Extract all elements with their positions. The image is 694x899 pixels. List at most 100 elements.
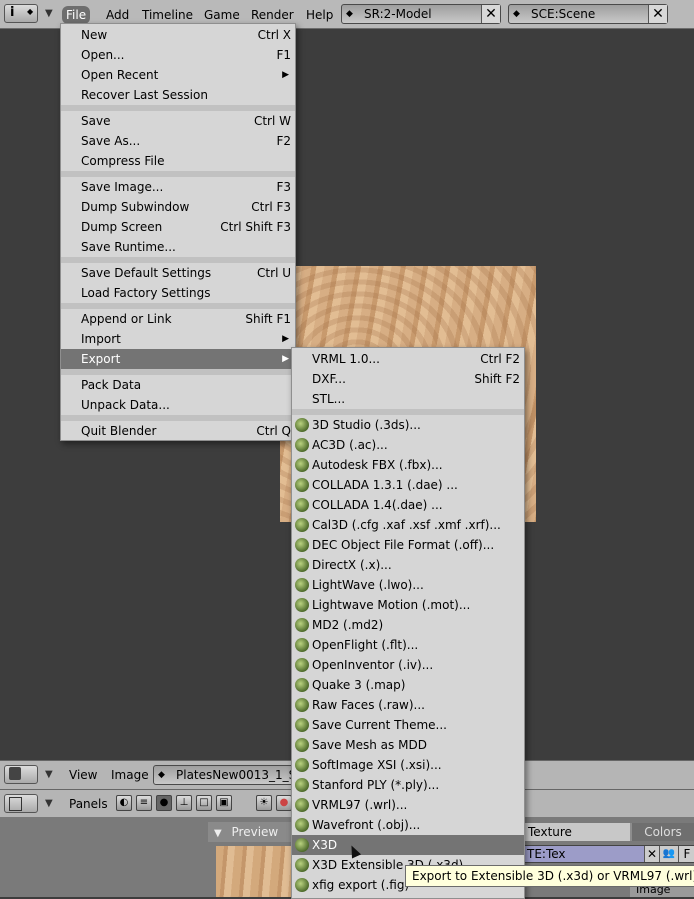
menu-help[interactable]: Help: [302, 6, 337, 24]
menu-item-import[interactable]: Import ▶: [61, 329, 295, 349]
menu-item-save[interactable]: Save Ctrl W: [61, 111, 295, 131]
delete-texture-icon[interactable]: ✕: [644, 846, 659, 862]
python-script-icon: [295, 558, 309, 572]
menu-item-raw-faces-raw[interactable]: Raw Faces (.raw)...: [292, 695, 524, 715]
menu-item-open-recent[interactable]: Open Recent ▶: [61, 65, 295, 85]
menu-item-save-current-theme[interactable]: Save Current Theme...: [292, 715, 524, 735]
menu-item-load-factory-settings[interactable]: Load Factory Settings: [61, 283, 295, 303]
texture-name[interactable]: TE:Tex: [527, 847, 566, 861]
collapse-triangle-icon[interactable]: ▼: [45, 769, 53, 780]
menu-item-3d-studio-3ds[interactable]: 3D Studio (.3ds)...: [292, 415, 524, 435]
menu-item-label: Export: [81, 352, 121, 366]
material-icon[interactable]: ●: [276, 795, 292, 811]
menu-item-pack-data[interactable]: Pack Data: [61, 375, 295, 395]
menu-file[interactable]: File: [62, 6, 91, 24]
image-selector[interactable]: ◆ PlatesNew0013_1_S: [153, 765, 313, 785]
menu-item-dump-subwindow[interactable]: Dump Subwindow Ctrl F3: [61, 197, 295, 217]
preview-panel-header[interactable]: ▼ Preview: [208, 822, 300, 842]
menu-item-vrml97-wrl[interactable]: VRML97 (.wrl)...: [292, 795, 524, 815]
menu-item-collada-1-3-1-dae[interactable]: COLLADA 1.3.1 (.dae) ...: [292, 475, 524, 495]
menu-item-lightwave-motion-mot[interactable]: Lightwave Motion (.mot)...: [292, 595, 524, 615]
window-type-button[interactable]: [4, 765, 38, 784]
window-type-button[interactable]: i ◆: [4, 4, 38, 23]
collapse-triangle-icon[interactable]: ▼: [45, 8, 53, 19]
menu-item-stanford-ply-ply[interactable]: Stanford PLY (*.ply)...: [292, 775, 524, 795]
menu-item-openflight-flt[interactable]: OpenFlight (.flt)...: [292, 635, 524, 655]
menu-item-open[interactable]: Open... F1: [61, 45, 295, 65]
menu-item-label: DEC Object File Format (.off)...: [312, 538, 495, 552]
menu-item-wavefront-obj[interactable]: Wavefront (.obj)...: [292, 815, 524, 835]
object-icon[interactable]: ⊥: [176, 795, 192, 811]
menu-item-new[interactable]: New Ctrl X: [61, 25, 295, 45]
menu-view[interactable]: View: [69, 768, 97, 782]
menu-item-label: Pack Data: [81, 378, 142, 392]
menu-item-label: Dump Screen: [81, 220, 163, 234]
menu-item-shortcut: Ctrl F3: [251, 200, 291, 214]
logic-icon[interactable]: ◐: [116, 795, 132, 811]
editing-icon[interactable]: □: [196, 795, 212, 811]
submenu-arrow-icon: ▶: [282, 334, 289, 344]
menu-item-recover-last-session[interactable]: Recover Last Session: [61, 85, 295, 105]
menu-item-save-image[interactable]: Save Image... F3: [61, 177, 295, 197]
menu-image[interactable]: Image: [111, 768, 149, 782]
delete-scene-icon[interactable]: ✕: [648, 5, 667, 23]
menu-item-label: 3D Studio (.3ds)...: [312, 418, 421, 432]
lamp-icon[interactable]: ☀: [256, 795, 272, 811]
menu-item-dec-object-file-format-off[interactable]: DEC Object File Format (.off)...: [292, 535, 524, 555]
tab-colors[interactable]: Colors: [632, 823, 694, 841]
screen-name[interactable]: SR:2-Model: [364, 5, 432, 23]
users-icon[interactable]: 👥: [659, 846, 678, 862]
python-script-icon: [295, 798, 309, 812]
texture-name-field[interactable]: TE:Tex ✕ 👥 F: [522, 845, 694, 863]
menu-item-directx-x[interactable]: DirectX (.x)...: [292, 555, 524, 575]
menu-add[interactable]: Add: [102, 6, 133, 24]
menu-item-label: DXF...: [312, 372, 346, 386]
menu-item-save-as[interactable]: Save As... F2: [61, 131, 295, 151]
menu-item-autodesk-fbx-fbx[interactable]: Autodesk FBX (.fbx)...: [292, 455, 524, 475]
image-name[interactable]: PlatesNew0013_1_S: [176, 766, 296, 784]
menu-item-shortcut: F1: [276, 48, 291, 62]
menu-item-label: VRML97 (.wrl)...: [312, 798, 408, 812]
menu-item-label: Stanford PLY (*.ply)...: [312, 778, 440, 792]
menu-render[interactable]: Render: [247, 6, 298, 24]
menu-item-quake-3-map[interactable]: Quake 3 (.map): [292, 675, 524, 695]
menu-item-save-default-settings[interactable]: Save Default Settings Ctrl U: [61, 263, 295, 283]
menu-timeline[interactable]: Timeline: [138, 6, 197, 24]
scene-selector[interactable]: ◆ SCE:Scene ✕: [508, 4, 668, 24]
menu-item-md2-md2[interactable]: MD2 (.md2): [292, 615, 524, 635]
script-icon[interactable]: ≡: [136, 795, 152, 811]
menu-item-dump-screen[interactable]: Dump Screen Ctrl Shift F3: [61, 217, 295, 237]
fake-user-button[interactable]: F: [678, 846, 694, 862]
menu-item-cal3d-cfg-xaf-xsf-xmf-xrf[interactable]: Cal3D (.cfg .xaf .xsf .xmf .xrf)...: [292, 515, 524, 535]
shading-icon[interactable]: ●: [156, 795, 172, 811]
menu-item-export[interactable]: Export ▶: [61, 349, 295, 369]
menu-item-softimage-xsi-xsi[interactable]: SoftImage XSI (.xsi)...: [292, 755, 524, 775]
scene-icon[interactable]: ▣: [216, 795, 232, 811]
menu-item-openinventor-iv[interactable]: OpenInventor (.iv)...: [292, 655, 524, 675]
menu-item-ac3d-ac[interactable]: AC3D (.ac)...: [292, 435, 524, 455]
menu-item-label: Save Current Theme...: [312, 718, 447, 732]
tab-texture[interactable]: Texture: [522, 823, 630, 841]
collapse-triangle-icon[interactable]: ▼: [45, 798, 53, 809]
delete-screen-icon[interactable]: ✕: [481, 5, 500, 23]
menu-item-collada-1-4-dae[interactable]: COLLADA 1.4(.dae) ...: [292, 495, 524, 515]
menu-item-stl[interactable]: STL...: [292, 389, 524, 409]
menu-game[interactable]: Game: [200, 6, 244, 24]
menu-item-label: Save Runtime...: [81, 240, 176, 254]
menu-item-x3d[interactable]: X3D: [292, 835, 524, 855]
menu-item-lightwave-lwo[interactable]: LightWave (.lwo)...: [292, 575, 524, 595]
menu-item-vrml-1-0[interactable]: VRML 1.0... Ctrl F2: [292, 349, 524, 369]
menu-item-label: Open Recent: [81, 68, 159, 82]
menu-item-save-runtime[interactable]: Save Runtime...: [61, 237, 295, 257]
scene-name[interactable]: SCE:Scene: [531, 5, 595, 23]
menu-item-quit-blender[interactable]: Quit Blender Ctrl Q: [61, 421, 295, 441]
menu-item-compress-file[interactable]: Compress File: [61, 151, 295, 171]
menu-item-dxf[interactable]: DXF... Shift F2: [292, 369, 524, 389]
screen-selector[interactable]: ◆ SR:2-Model ✕: [341, 4, 501, 24]
menu-item-shortcut: Shift F2: [474, 372, 520, 386]
python-script-icon: [295, 658, 309, 672]
menu-item-append-or-link[interactable]: Append or Link Shift F1: [61, 309, 295, 329]
menu-item-save-mesh-as-mdd[interactable]: Save Mesh as MDD: [292, 735, 524, 755]
menu-item-unpack-data[interactable]: Unpack Data...: [61, 395, 295, 415]
window-type-button[interactable]: [4, 794, 38, 813]
